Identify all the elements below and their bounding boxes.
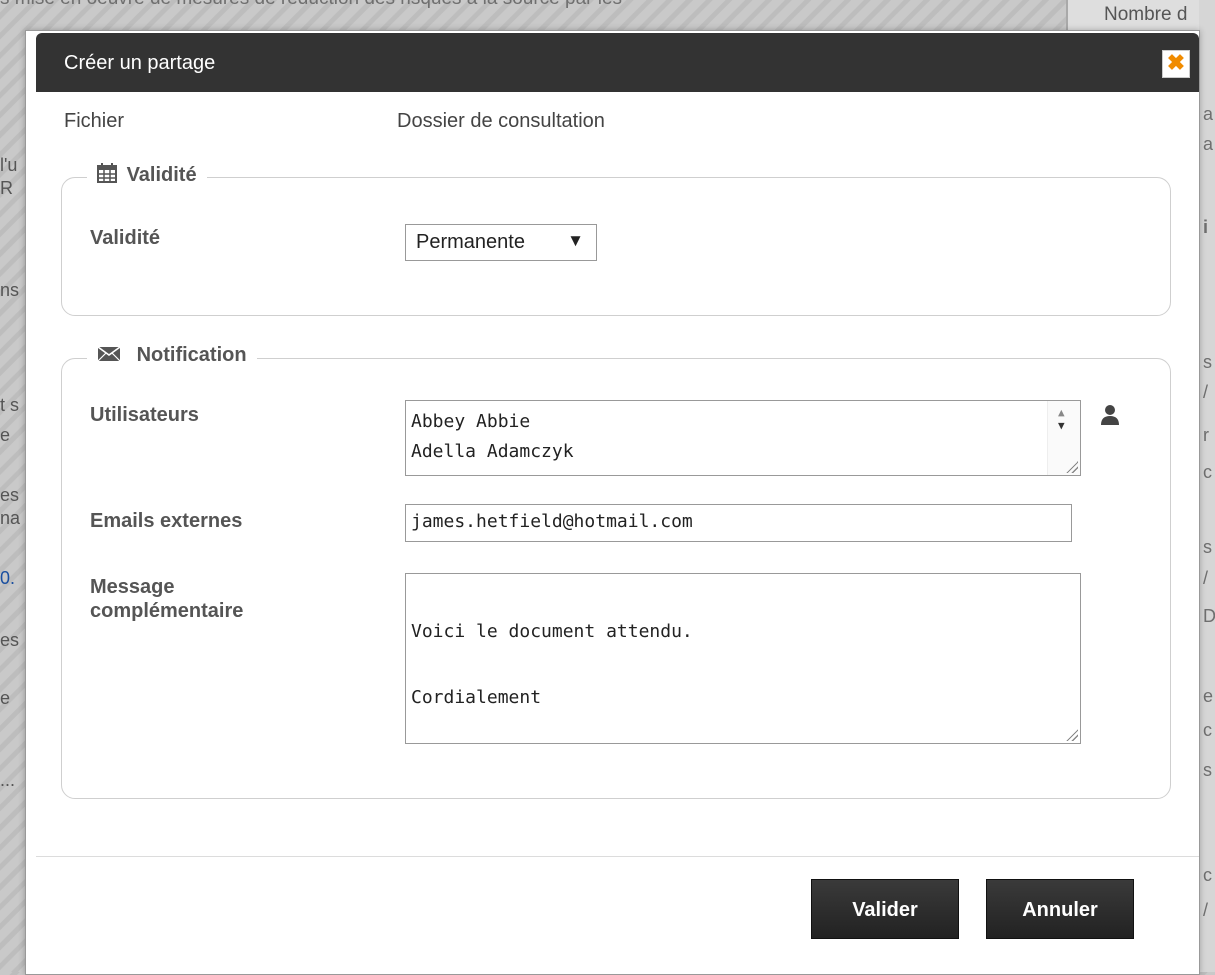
background-left-fragment: es (0, 485, 20, 505)
validity-label: Validité (90, 227, 161, 249)
background-left-fragment: ns (0, 280, 20, 300)
scroll-down-icon[interactable]: ▼ (1058, 419, 1065, 432)
background-right-fragment: / (1203, 382, 1209, 402)
background-right-fragment: e (1203, 686, 1214, 706)
validate-button[interactable]: Valider (811, 879, 959, 939)
background-right-fragment: c (1203, 865, 1212, 885)
background-right-fragment: / (1203, 568, 1209, 588)
notification-fieldset: Notification Utilisateurs Abbey Abbie Ad… (61, 344, 1171, 799)
background-header-cell: Nombre d (1066, 0, 1215, 32)
background-right-fragment: s (1203, 760, 1212, 780)
external-emails-label: Emails externes (90, 510, 243, 532)
background-right-fragment: c (1203, 462, 1212, 482)
calendar-icon (97, 163, 117, 183)
notification-legend-text: Notification (136, 344, 247, 366)
background-left-fragment: e (0, 688, 11, 708)
cancel-button[interactable]: Annuler (986, 879, 1134, 939)
envelope-icon (97, 346, 121, 362)
background-left-fragment: R (0, 178, 13, 198)
users-list-item[interactable]: Adella Adamczyk (411, 441, 574, 462)
background-left-fragment: ... (0, 770, 16, 790)
background-left-fragment: es (0, 630, 20, 650)
background-right-fragment: i (1203, 217, 1209, 237)
background-text-top: s mise en oeuvre de mesures de réduction… (0, 0, 622, 10)
notification-legend: Notification (87, 344, 257, 367)
scroll-up-icon[interactable]: ▲ (1058, 406, 1065, 419)
background-left-fragment: t s (0, 395, 20, 415)
users-list-item[interactable]: Abbey Abbie (411, 411, 530, 432)
message-label-line1: Message (90, 576, 175, 598)
resize-grip-icon[interactable] (1066, 729, 1078, 741)
background-right-fragment: a (1203, 104, 1214, 124)
share-dialog: Créer un partage ✖ Fichier Dossier de co… (25, 30, 1200, 975)
users-label: Utilisateurs (90, 404, 199, 426)
external-emails-input[interactable]: james.hetfield@hotmail.com (405, 504, 1072, 542)
background-left-fragment: na (0, 508, 21, 528)
close-icon: ✖ (1166, 50, 1186, 75)
users-listbox[interactable]: Abbey Abbie Adella Adamczyk ▲ ▼ (405, 400, 1081, 476)
background-right-fragment: c (1203, 720, 1212, 740)
background-right-fragment: / (1203, 900, 1209, 920)
background-right-fragment: s (1203, 352, 1212, 372)
file-value: Dossier de consultation (397, 110, 605, 132)
background-header-text: Nombre d (1104, 4, 1188, 25)
dialog-divider (36, 856, 1199, 857)
message-text: Voici le document attendu. Cordialement (411, 621, 693, 708)
background-right-fragment: a (1203, 134, 1214, 154)
background-right-fragment: r (1203, 425, 1209, 445)
user-icon[interactable] (1100, 404, 1120, 426)
validity-select[interactable]: Permanente ▼ (405, 224, 597, 261)
validity-legend-text: Validité (126, 164, 197, 186)
background-right-fragment: D (1203, 606, 1215, 626)
background-right-fragment: s (1203, 537, 1212, 557)
validity-selected-value: Permanente (416, 231, 525, 253)
background-left-link: 0. (0, 568, 16, 588)
background-left-fragment: l'u (0, 155, 18, 175)
dialog-titlebar[interactable]: Créer un partage ✖ (36, 33, 1199, 92)
background-left-fragment: e (0, 425, 11, 445)
message-label: Message complémentaire (90, 575, 243, 623)
chevron-down-icon: ▼ (567, 231, 584, 250)
close-button[interactable]: ✖ (1162, 50, 1190, 78)
resize-grip-icon[interactable] (1066, 461, 1078, 473)
file-label: Fichier (64, 110, 125, 132)
message-label-line2: complémentaire (90, 600, 244, 622)
message-textarea[interactable]: Voici le document attendu. Cordialement (405, 573, 1081, 744)
validity-legend: Validité (87, 163, 207, 187)
validity-fieldset: Validité Validité Permanente ▼ (61, 163, 1171, 316)
dialog-title: Créer un partage (64, 52, 216, 74)
